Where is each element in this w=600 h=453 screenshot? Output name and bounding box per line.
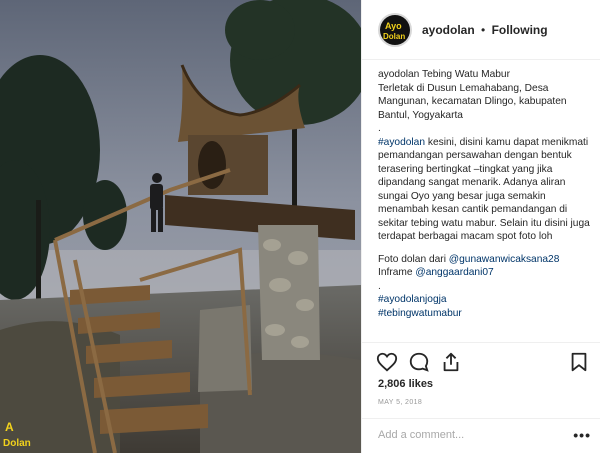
comment-input[interactable] [378, 429, 558, 441]
header-text: ayodolan • Following [422, 23, 548, 37]
photo-scene [0, 0, 361, 453]
photo-credit-label: Foto dolan dari [378, 253, 449, 265]
hashtag-ayodolan[interactable]: #ayodolan [378, 137, 425, 148]
caption-location: Terletak di Dusun Lemahabang, Desa Mangu… [378, 82, 570, 121]
post-photo[interactable]: A Dolan [0, 0, 361, 453]
more-options-icon[interactable]: ••• [573, 427, 591, 443]
post-caption: ayodolan Tebing Watu Mabur Terletak di D… [378, 68, 590, 320]
header-separator: • [481, 22, 486, 37]
heart-icon[interactable] [376, 351, 398, 373]
hashtag-tebingwatumabur[interactable]: #tebingwatumabur [378, 307, 590, 321]
caption-paragraph: #ayodolan kesini, disini kamu dapat meni… [378, 136, 590, 244]
inframe-line: Inframe @anggaardani07 [378, 266, 590, 280]
share-icon[interactable] [440, 351, 462, 373]
caption-title: Tebing Watu Mabur [422, 69, 510, 80]
ayodolan-watermark-logo: A Dolan [3, 420, 31, 449]
action-bar [362, 342, 600, 382]
post-sidebar: Ayo Dolan ayodolan • Following ayodolan … [361, 0, 600, 453]
post-header: Ayo Dolan ayodolan • Following [362, 0, 600, 60]
bookmark-icon[interactable] [568, 351, 590, 373]
caption-dot-2: . [378, 280, 381, 292]
comment-bar: ••• [362, 418, 600, 453]
hashtag-ayodolanjogja[interactable]: #ayodolanjogja [378, 293, 590, 307]
following-button[interactable]: Following [492, 23, 548, 37]
ayodolan-logo-icon: Ayo Dolan [380, 14, 410, 45]
inframe-user-link[interactable]: @anggaardani07 [415, 267, 493, 278]
caption-username[interactable]: ayodolan [378, 69, 419, 80]
caption-dot-1: . [378, 123, 381, 134]
watermark-line2: Dolan [3, 438, 31, 449]
comment-icon[interactable] [408, 351, 430, 373]
photo-credit-user-link[interactable]: @gunawanwicaksana28 [449, 254, 560, 265]
header-username[interactable]: ayodolan [422, 23, 475, 37]
avatar[interactable]: Ayo Dolan [378, 12, 412, 47]
post-date[interactable]: MAY 5, 2018 [378, 399, 422, 406]
watermark-line1: A [5, 420, 14, 434]
svg-text:Ayo: Ayo [385, 21, 402, 31]
caption-description: kesini, disini kamu dapat menikmati pema… [378, 136, 593, 243]
like-count[interactable]: 2,806 likes [378, 378, 433, 390]
caption-title-line: ayodolan Tebing Watu Mabur [378, 68, 590, 82]
svg-text:Dolan: Dolan [383, 32, 405, 41]
inframe-label: Inframe [378, 267, 416, 278]
photo-credit-line: Foto dolan dari @gunawanwicaksana28 [378, 253, 590, 267]
